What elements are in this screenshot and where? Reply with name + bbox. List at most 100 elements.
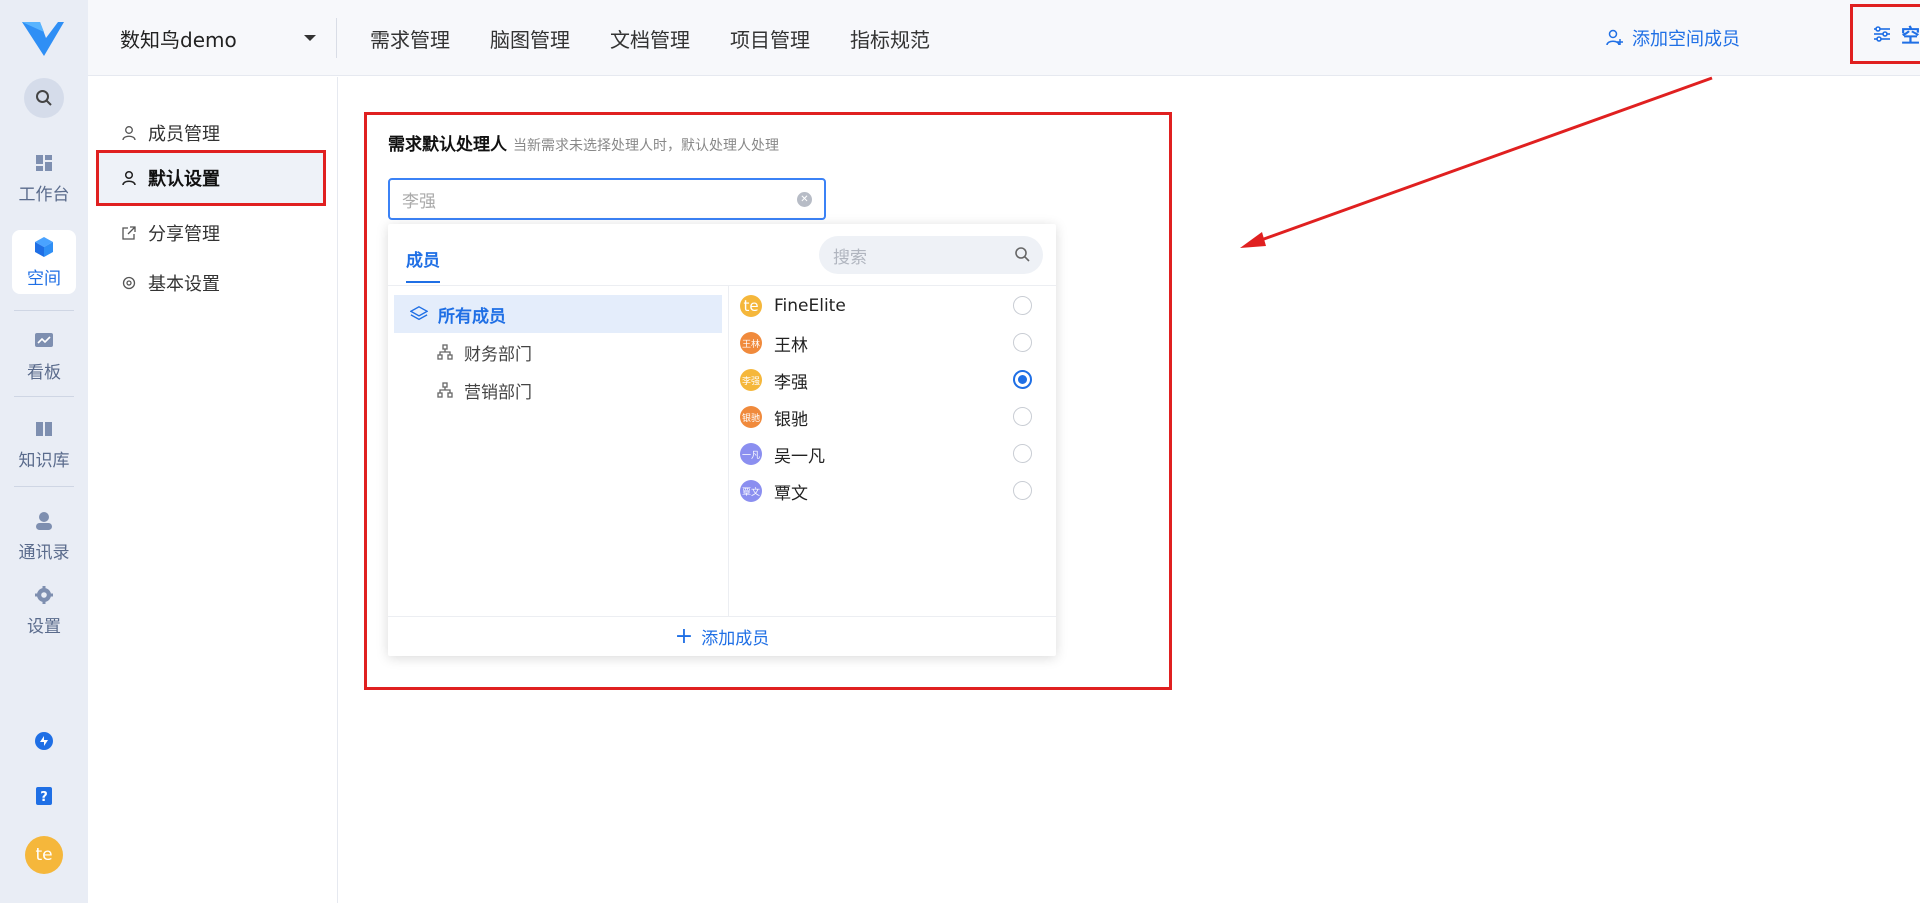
- footer-label: 添加成员: [701, 629, 770, 649]
- member-name: 李强: [774, 372, 808, 393]
- sidebar-item-label: 默认设置: [148, 169, 220, 190]
- member-radio[interactable]: [1013, 296, 1032, 315]
- share-icon: [120, 224, 138, 242]
- nav-item-projects[interactable]: 项目管理: [730, 24, 810, 53]
- tab-members[interactable]: 成员: [406, 246, 440, 283]
- dept-item-marketing[interactable]: 营销部门: [394, 371, 722, 409]
- left-rail: 工作台 空间 看板 知识库 通讯录 设置 ? te: [0, 0, 88, 903]
- sidebar-item-label: 分享管理: [148, 224, 220, 245]
- book-icon: [33, 418, 55, 440]
- section-description: 当新需求未选择处理人时，默认处理人处理: [513, 138, 779, 154]
- nav-item-mindmap[interactable]: 脑图管理: [490, 24, 570, 53]
- dashboard-icon: [33, 152, 55, 174]
- sidebar-item-label: 基本设置: [148, 274, 220, 295]
- help-icon[interactable]: ?: [32, 784, 56, 808]
- member-name: 王林: [774, 335, 808, 356]
- rail-divider: [14, 486, 74, 487]
- svg-text:?: ?: [40, 790, 48, 805]
- rail-label: 看板: [27, 362, 61, 383]
- member-row[interactable]: 银驰 银驰: [740, 399, 1044, 435]
- member-avatar: 银驰: [740, 406, 762, 428]
- bell-badge-icon[interactable]: [32, 729, 56, 753]
- member-row[interactable]: 一凡 吴一凡: [740, 436, 1044, 472]
- add-member-footer-button[interactable]: + 添加成员: [388, 617, 1056, 656]
- rail-label: 设置: [27, 616, 61, 637]
- search-placeholder: 搜索: [833, 247, 867, 268]
- nav-item-requirements[interactable]: 需求管理: [370, 24, 450, 53]
- app-logo-icon[interactable]: [20, 18, 66, 58]
- section-header: 需求默认处理人 当新需求未选择处理人时，默认处理人处理: [388, 130, 779, 155]
- settings-sidebar: 成员管理 默认设置 分享管理 基本设置: [88, 77, 338, 903]
- member-radio[interactable]: [1013, 481, 1032, 500]
- dept-label: 财务部门: [464, 344, 532, 365]
- rail-item-space[interactable]: 空间: [12, 230, 76, 294]
- org-tree-icon: [436, 343, 454, 361]
- rail-divider: [14, 310, 74, 311]
- user-icon: [120, 169, 138, 187]
- rail-label: 知识库: [18, 450, 70, 471]
- cube-icon: [33, 236, 55, 258]
- top-nav: 需求管理 脑图管理 文档管理 项目管理 指标规范: [370, 0, 970, 76]
- sidebar-item-basic[interactable]: 基本设置: [96, 258, 324, 308]
- workspace-selector[interactable]: 数知鸟demo: [120, 0, 330, 76]
- member-avatar: te: [740, 295, 762, 317]
- space-settings-label: 空间设置: [1900, 24, 1920, 47]
- member-row[interactable]: 王林 王林: [740, 325, 1044, 361]
- rail-label: 工作台: [18, 184, 70, 205]
- rail-item-board[interactable]: 看板: [12, 324, 76, 388]
- default-assignee-select[interactable]: 李强 ✕: [388, 178, 826, 220]
- rail-label: 空间: [27, 268, 61, 289]
- member-search-input[interactable]: 搜索: [819, 236, 1043, 274]
- member-radio[interactable]: [1013, 333, 1032, 352]
- member-avatar: 李强: [740, 369, 762, 391]
- select-placeholder: 李强: [402, 191, 436, 212]
- rail-divider: [14, 396, 74, 397]
- rail-label: 通讯录: [18, 542, 70, 563]
- user-avatar[interactable]: te: [25, 836, 63, 874]
- sliders-icon: [1873, 26, 1891, 42]
- rail-item-workbench[interactable]: 工作台: [12, 146, 76, 210]
- space-settings-button[interactable]: 空间设置: [1850, 4, 1920, 64]
- rail-item-knowledge[interactable]: 知识库: [12, 412, 76, 476]
- sidebar-item-label: 成员管理: [148, 124, 220, 145]
- rail-item-contacts[interactable]: 通讯录: [12, 504, 76, 568]
- member-avatar: 覃文: [740, 480, 762, 502]
- user-icon: [120, 124, 138, 142]
- member-row[interactable]: 覃文 覃文: [740, 473, 1044, 509]
- member-radio[interactable]: [1013, 407, 1032, 426]
- member-row[interactable]: te FineElite: [740, 288, 1044, 324]
- member-name: 覃文: [774, 483, 808, 504]
- member-radio-selected[interactable]: [1013, 370, 1032, 389]
- sidebar-item-members[interactable]: 成员管理: [96, 108, 324, 158]
- member-name: 银驰: [774, 409, 808, 430]
- chart-board-icon: [33, 330, 55, 352]
- nav-item-metrics[interactable]: 指标规范: [850, 24, 930, 53]
- gear-icon: [33, 584, 55, 606]
- add-space-member-button[interactable]: 添加空间成员: [1606, 0, 1740, 76]
- member-row[interactable]: 李强 李强: [740, 362, 1044, 398]
- member-radio[interactable]: [1013, 444, 1032, 463]
- add-member-label: 添加空间成员: [1632, 29, 1740, 50]
- sidebar-item-share[interactable]: 分享管理: [96, 208, 324, 258]
- caret-down-icon: [304, 35, 316, 41]
- member-avatar: 一凡: [740, 443, 762, 465]
- member-name: FineElite: [774, 296, 846, 316]
- dept-item-all[interactable]: 所有成员: [394, 295, 722, 333]
- gear-icon: [120, 274, 138, 292]
- layers-icon: [410, 305, 428, 323]
- member-name: 吴一凡: [774, 446, 825, 467]
- header-divider: [336, 18, 337, 58]
- nav-item-documents[interactable]: 文档管理: [610, 24, 690, 53]
- divider: [728, 286, 729, 616]
- clear-icon[interactable]: ✕: [797, 192, 812, 207]
- global-search-button[interactable]: [24, 78, 64, 118]
- divider: [388, 285, 1056, 286]
- search-icon: [36, 90, 52, 106]
- app-root: 工作台 空间 看板 知识库 通讯录 设置 ? te 数知鸟demo 需求管理 脑…: [0, 0, 1920, 903]
- dept-item-finance[interactable]: 财务部门: [394, 333, 722, 371]
- rail-item-settings[interactable]: 设置: [12, 578, 76, 642]
- search-icon: [1014, 246, 1031, 263]
- sidebar-item-defaults[interactable]: 默认设置: [96, 153, 324, 203]
- dept-label: 营销部门: [464, 382, 532, 403]
- add-user-icon: [1606, 29, 1624, 47]
